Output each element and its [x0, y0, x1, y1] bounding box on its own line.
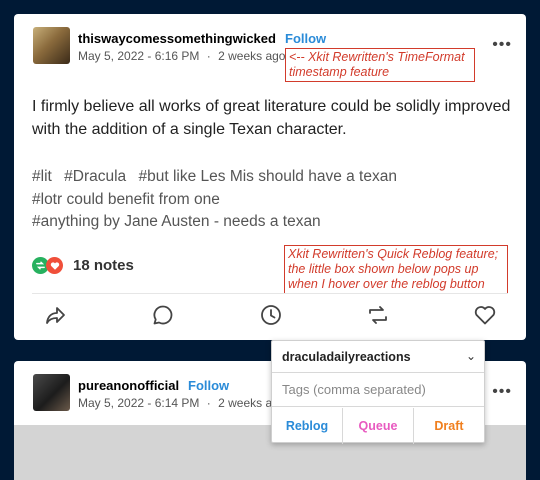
follow-button[interactable]: Follow: [285, 31, 326, 46]
tag-link[interactable]: #lotr could benefit from one: [32, 189, 512, 212]
divider: [32, 293, 508, 294]
tag-line: #lit #Dracula #but like Les Mis should h…: [32, 166, 512, 189]
avatar[interactable]: [33, 27, 70, 64]
tag-link[interactable]: #but like Les Mis should have a texan: [138, 168, 397, 185]
tags-input[interactable]: [272, 373, 484, 407]
post-timestamp[interactable]: May 5, 2022 - 6:16 PM · 2 weeks ago: [78, 49, 285, 63]
selected-blog: draculadailyreactions: [282, 350, 411, 364]
queue-button[interactable]: Queue: [343, 408, 414, 444]
post-card: thiswaycomessomethingwicked Follow May 5…: [14, 14, 526, 340]
draft-button[interactable]: Draft: [414, 408, 484, 444]
share-icon[interactable]: [44, 303, 68, 327]
post-body: I firmly believe all works of great lite…: [32, 98, 511, 138]
meta-separator: ·: [206, 49, 211, 63]
reblog-button[interactable]: Reblog: [272, 408, 343, 444]
post-username[interactable]: thiswaycomessomethingwicked: [78, 31, 276, 46]
tag-link[interactable]: #lit: [32, 168, 52, 185]
more-options-icon[interactable]: •••: [492, 383, 512, 401]
post-date: May 5, 2022 - 6:16 PM: [78, 49, 200, 63]
tag-link[interactable]: #anything by Jane Austen - needs a texan: [32, 211, 512, 234]
timeformat-annotation: <-- Xkit Rewritten's TimeFormat timestam…: [285, 48, 475, 82]
post-relative-time: 2 weeks ago: [218, 49, 286, 63]
reblog-icon[interactable]: [366, 303, 390, 327]
post-username[interactable]: pureanonofficial: [78, 378, 179, 393]
more-options-icon[interactable]: •••: [492, 36, 512, 54]
blog-select[interactable]: draculadailyreactions ⌄: [272, 341, 484, 373]
avatar[interactable]: [33, 374, 70, 411]
quickreblog-annotation: Xkit Rewritten's Quick Reblog feature; t…: [284, 245, 508, 294]
like-note-icon: [46, 257, 63, 274]
notes-count: 18 notes: [73, 257, 134, 274]
follow-button[interactable]: Follow: [188, 378, 229, 393]
meta-separator: ·: [206, 396, 211, 410]
notes-summary[interactable]: 18 notes: [32, 257, 134, 274]
like-heart-icon[interactable]: [473, 303, 497, 327]
tag-link[interactable]: #Dracula: [64, 168, 126, 185]
quick-reblog-popup: draculadailyreactions ⌄ Reblog Queue Dra…: [271, 340, 485, 444]
reply-icon[interactable]: [151, 303, 175, 327]
post-timestamp[interactable]: May 5, 2022 - 6:14 PM · 2 weeks ag: [78, 396, 279, 410]
chevron-down-icon: ⌄: [465, 349, 476, 363]
post-date: May 5, 2022 - 6:14 PM: [78, 396, 200, 410]
queue-clock-icon[interactable]: [259, 303, 283, 327]
quick-reblog-buttons: Reblog Queue Draft: [272, 408, 484, 444]
post-tags: #lit #Dracula #but like Les Mis should h…: [32, 166, 512, 234]
post-relative-time: 2 weeks ag: [218, 396, 279, 410]
